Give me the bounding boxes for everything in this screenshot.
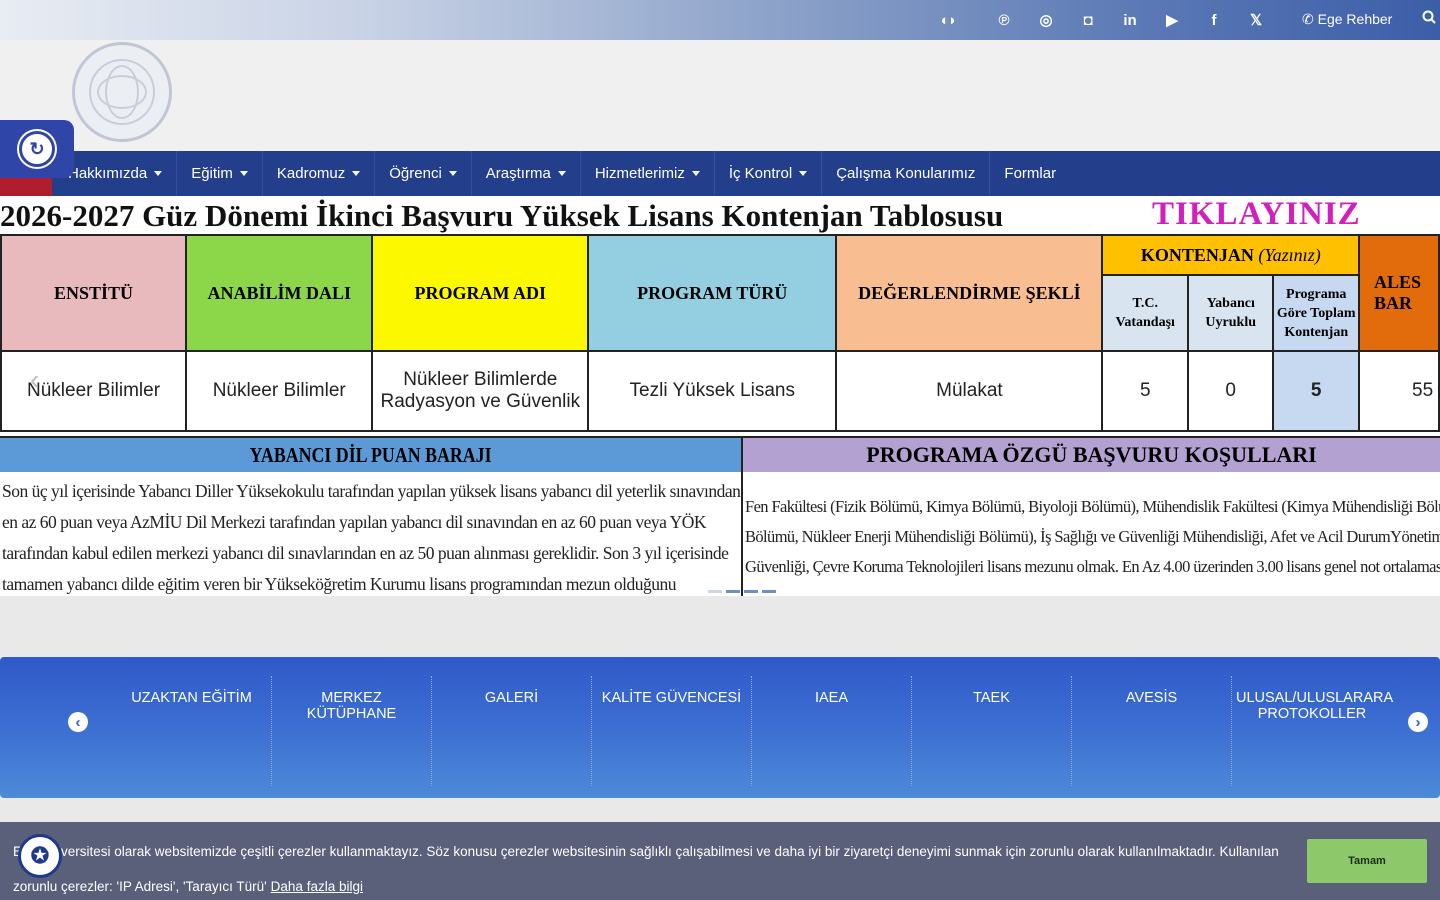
quick-link-iaea[interactable]: IAEA (752, 676, 912, 786)
ege-rehber-label: Ege Rehber (1317, 11, 1393, 27)
flickr-icon[interactable]: ◘ (1078, 10, 1098, 30)
chevron-down-icon (154, 171, 163, 176)
slider-dot[interactable] (708, 590, 722, 593)
cell-enstitu: Nükleer Bilimler (0, 350, 188, 432)
accessibility-float-icon[interactable]: ✪ (18, 834, 62, 878)
chevron-down-icon (239, 171, 248, 176)
slide-title: 2026-2027 Güz Dönemi İkinci Başvuru Yüks… (0, 198, 1004, 233)
header-kontenjan: KONTENJAN (Yazınız) (1101, 234, 1361, 276)
slider-dot[interactable] (762, 590, 776, 593)
yabanci-dil-title: YABANCI DİL PUAN BARAJI (0, 436, 742, 472)
cell-program: Nükleer Bilimlerde Radyasyon ve Güvenlik (371, 350, 590, 432)
header-enstitu: ENSTİTÜ (0, 234, 188, 352)
nav-item-arastirma[interactable]: Araştırma (472, 151, 581, 196)
kosullar-text: Fen Fakültesi (Fizik Bölümü, Kimya Bölüm… (741, 472, 1440, 596)
main-nav: Hakkımızda Eğitim Kadromuz Öğrenci Araşt… (0, 151, 1440, 196)
chevron-down-icon (557, 171, 566, 176)
quick-link-protokoller[interactable]: ULUSAL/ULUSLARARA PROTOKOLLER (1232, 676, 1393, 786)
cookie-text: Ege Üniversitesi olarak websitemizde çeş… (13, 844, 1279, 894)
nav-item-kadromuz[interactable]: Kadromuz (263, 151, 376, 196)
cookie-banner: Ege Üniversitesi olarak websitemizde çeş… (0, 822, 1440, 900)
search-icon[interactable] (1422, 10, 1436, 29)
header-anabilim: ANABİLİM DALI (185, 234, 374, 352)
chevron-down-icon (448, 171, 457, 176)
chevron-down-icon (799, 171, 808, 176)
header-program: PROGRAM ADI (371, 234, 590, 352)
slide-lower-panel: YABANCI DİL PUAN BARAJI PROGRAMA ÖZGÜ BA… (0, 436, 1440, 596)
cookie-more-link[interactable]: Daha fazla bilgi (271, 879, 363, 894)
slider-dots (708, 590, 776, 593)
accessibility-icon: ↻ (19, 131, 55, 167)
x-icon[interactable]: 𝕏 (1246, 10, 1266, 30)
top-bar: ◖◗ ℗ ◎ ◘ in ▶ f 𝕏 ✆ Ege Rehber (0, 0, 1440, 40)
cell-deger: Mülakat (835, 350, 1104, 432)
header-tur: PROGRAM TÜRÜ (587, 234, 838, 352)
yabanci-dil-text: Son üç yıl içerisinde Yabancı Diller Yük… (2, 481, 741, 594)
nav-item-ic-kontrol[interactable]: İç Kontrol (715, 151, 823, 196)
site-header (0, 40, 1440, 151)
slider-dot[interactable] (726, 590, 740, 593)
cell-ales: 55 (1358, 350, 1440, 432)
cell-tc: 5 (1101, 350, 1190, 432)
ege-rehber-link[interactable]: ✆ Ege Rehber (1302, 11, 1392, 28)
cell-tur: Tezli Yüksek Lisans (587, 350, 838, 432)
quick-links-carousel: UZAKTAN EĞİTİM MERKEZ KÜTÜPHANE GALERİ K… (0, 657, 1440, 798)
quick-link-kalite-guvencesi[interactable]: KALİTE GÜVENCESİ (592, 676, 752, 786)
header-ales: ALES BAR (1358, 234, 1440, 352)
quick-link-uzaktan-egitim[interactable]: UZAKTAN EĞİTİM (112, 676, 272, 786)
header-yabanci: Yabancı Uyruklu (1187, 274, 1275, 352)
slide-cta-link[interactable]: TIKLAYINIZ (1152, 196, 1361, 233)
header-tc: T.C. Vatandaşı (1101, 274, 1190, 352)
carousel-prev-icon[interactable]: ‹ (68, 712, 88, 732)
phone-icon: ✆ (1302, 11, 1314, 27)
cell-toplam: 5 (1272, 350, 1361, 432)
nav-item-ogrenci[interactable]: Öğrenci (375, 151, 472, 196)
instagram-icon[interactable]: ◎ (1036, 10, 1056, 30)
quick-link-avesis[interactable]: AVESİS (1072, 676, 1232, 786)
institute-logo[interactable] (72, 42, 172, 142)
cookie-accept-button[interactable]: Tamam (1307, 839, 1427, 883)
announcement-slider[interactable]: 2026-2027 Güz Dönemi İkinci Başvuru Yüks… (0, 196, 1440, 596)
nav-item-hizmetlerimiz[interactable]: Hizmetlerimiz (581, 151, 715, 196)
nav-item-formlar[interactable]: Formlar (990, 151, 1070, 196)
slider-dot[interactable] (744, 590, 758, 593)
chevron-down-icon (352, 171, 361, 176)
carousel-next-icon[interactable]: › (1408, 712, 1428, 732)
kontenjan-table: ENSTİTÜ ANABİLİM DALI PROGRAM ADI PROGRA… (0, 234, 1440, 432)
kosullar-title: PROGRAMA ÖZGÜ BAŞVURU KOŞULLARI (741, 436, 1440, 472)
cell-anabilim: Nükleer Bilimler (185, 350, 374, 432)
linkedin-icon[interactable]: in (1120, 10, 1140, 30)
quick-link-merkez-kutuphane[interactable]: MERKEZ KÜTÜPHANE (272, 676, 432, 786)
header-deger: DEĞERLENDİRME ŞEKLİ (835, 234, 1104, 352)
cell-yabanci: 0 (1187, 350, 1275, 432)
chevron-down-icon (691, 171, 700, 176)
accessibility-widget[interactable]: ↻ (0, 120, 74, 178)
nav-item-egitim[interactable]: Eğitim (177, 151, 263, 196)
nav-item-calisma-konularimiz[interactable]: Çalışma Konularımız (822, 151, 991, 196)
header-toplam: Programa Göre Toplam Kontenjan (1272, 274, 1361, 352)
slide-prev-icon[interactable]: ‹ (30, 364, 39, 396)
brand-icon[interactable]: ◖◗ (938, 10, 958, 30)
youtube-icon[interactable]: ▶ (1162, 10, 1182, 30)
facebook-icon[interactable]: f (1204, 10, 1224, 30)
pinterest-icon[interactable]: ℗ (994, 10, 1014, 30)
quick-link-taek[interactable]: TAEK (912, 676, 1072, 786)
quick-link-galeri[interactable]: GALERİ (432, 676, 592, 786)
